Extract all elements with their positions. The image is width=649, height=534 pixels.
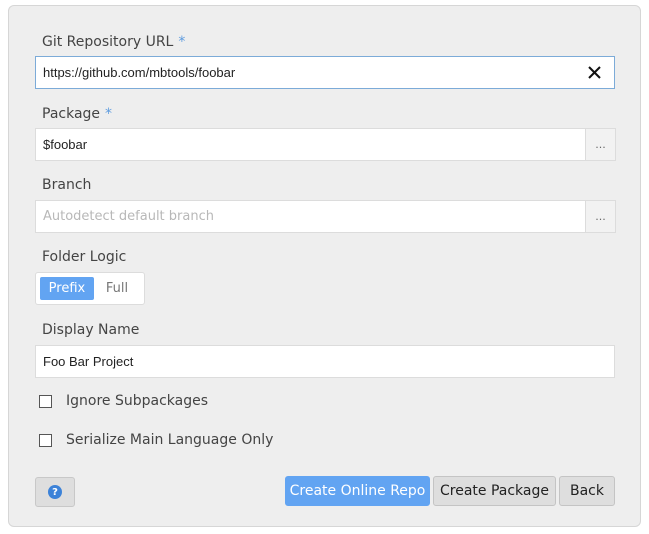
branch-label: Branch — [42, 176, 91, 194]
folder-logic-label-text: Folder Logic — [42, 249, 127, 265]
git-url-value: https://github.com/mbtools/foobar — [43, 65, 236, 80]
ignore-subpackages-checkbox[interactable] — [39, 394, 52, 408]
package-value: $foobar — [43, 137, 88, 152]
ignore-subpackages-option[interactable]: Ignore Subpackages — [39, 393, 208, 409]
git-url-label-text: Git Repository URL — [42, 34, 174, 50]
display-name-value: Foo Bar Project — [43, 354, 134, 369]
folder-logic-full-option[interactable]: Full — [94, 277, 140, 300]
serialize-main-language-option[interactable]: Serialize Main Language Only — [39, 432, 273, 448]
create-package-button[interactable]: Create Package — [433, 476, 556, 506]
ellipsis-icon: ... — [595, 210, 606, 223]
folder-logic-label: Folder Logic — [42, 248, 126, 266]
display-name-label-text: Display Name — [42, 322, 140, 338]
branch-browse-button[interactable]: ... — [586, 200, 616, 233]
close-icon[interactable] — [587, 65, 602, 80]
git-url-input[interactable]: https://github.com/mbtools/foobar — [35, 56, 615, 89]
required-marker: * — [105, 106, 113, 122]
folder-logic-segmented: Prefix Full — [35, 272, 145, 305]
package-browse-button[interactable]: ... — [586, 128, 616, 161]
new-repo-dialog: Git Repository URL * https://github.com/… — [8, 5, 641, 527]
branch-label-text: Branch — [42, 177, 92, 193]
package-label-text: Package — [42, 106, 101, 122]
folder-logic-prefix-option[interactable]: Prefix — [40, 277, 94, 300]
ellipsis-icon: ... — [595, 138, 606, 151]
package-label: Package * — [42, 105, 112, 123]
branch-placeholder: Autodetect default branch — [43, 209, 214, 224]
branch-input[interactable]: Autodetect default branch — [35, 200, 586, 233]
ignore-subpackages-label: Ignore Subpackages — [66, 393, 209, 409]
serialize-main-language-label: Serialize Main Language Only — [66, 432, 274, 448]
package-input[interactable]: $foobar — [35, 128, 586, 161]
create-online-repo-button[interactable]: Create Online Repo — [285, 476, 430, 506]
display-name-input[interactable]: Foo Bar Project — [35, 345, 615, 378]
git-url-label: Git Repository URL * — [42, 33, 185, 51]
required-marker: * — [178, 34, 186, 50]
serialize-main-language-checkbox[interactable] — [39, 433, 52, 447]
question-circle-icon: ? — [48, 485, 62, 499]
help-button[interactable]: ? — [35, 477, 75, 507]
display-name-label: Display Name — [42, 321, 139, 339]
back-button[interactable]: Back — [559, 476, 615, 506]
